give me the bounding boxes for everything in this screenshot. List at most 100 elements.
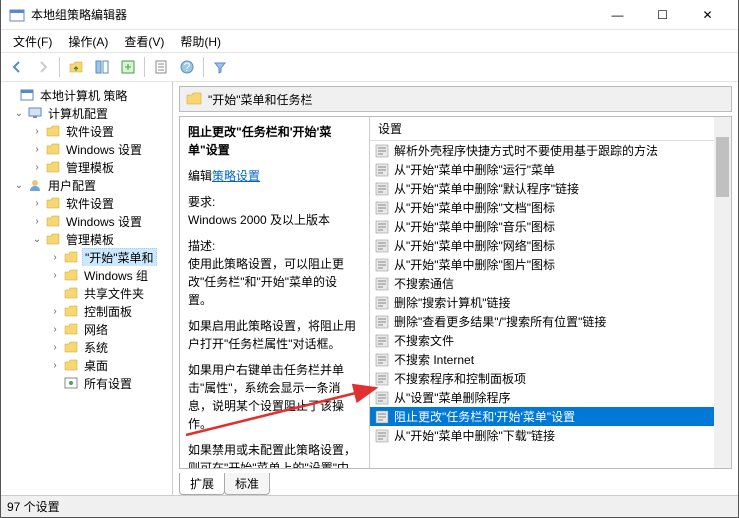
help-button[interactable]: ?	[175, 55, 199, 79]
list-row[interactable]: 删除"搜索计算机"链接	[370, 293, 731, 312]
tree-item[interactable]: ›管理模板	[1, 158, 172, 176]
split-panel: 阻止更改"任务栏和'开始'菜单"设置 编辑策略设置 要求:Windows 200…	[179, 116, 732, 469]
setting-icon	[374, 409, 390, 425]
folder-icon	[186, 90, 202, 109]
list-row[interactable]: 从"开始"菜单中删除"下载"链接	[370, 426, 731, 445]
scrollbar-thumb[interactable]	[716, 137, 729, 197]
toolbar-separator	[203, 57, 204, 77]
settings-list[interactable]: 设置 解析外壳程序快捷方式时不要使用基于跟踪的方法从"开始"菜单中删除"运行"菜…	[370, 117, 731, 468]
collapse-icon[interactable]: ⌄	[29, 234, 45, 245]
expand-icon[interactable]: ›	[29, 144, 45, 155]
toolbar: ?	[1, 52, 738, 82]
list-item-label: 从"开始"菜单中删除"音乐"图标	[394, 218, 555, 235]
expand-icon[interactable]: ›	[29, 216, 45, 227]
toolbar-separator	[59, 57, 60, 77]
tree-all-settings[interactable]: 所有设置	[1, 374, 172, 392]
expand-icon[interactable]: ›	[47, 342, 63, 353]
menu-file[interactable]: 文件(F)	[5, 31, 60, 52]
vertical-scrollbar[interactable]	[714, 117, 731, 468]
refresh-button[interactable]	[149, 55, 173, 79]
tree-item[interactable]: ›桌面	[1, 356, 172, 374]
tree-item[interactable]: ›网络	[1, 320, 172, 338]
tab-extended[interactable]: 扩展	[179, 473, 225, 495]
path-bar: "开始"菜单和任务栏	[179, 86, 732, 112]
folder-icon	[45, 141, 61, 157]
tree-root[interactable]: 本地计算机 策略	[1, 86, 172, 104]
folder-icon	[63, 357, 79, 373]
list-row[interactable]: 删除"查看更多结果"/"搜索所有位置"链接	[370, 312, 731, 331]
setting-icon	[374, 257, 390, 273]
tree-item[interactable]: ›Windows 设置	[1, 140, 172, 158]
list-row[interactable]: 从"开始"菜单中删除"音乐"图标	[370, 217, 731, 236]
list-item-label: 从"开始"菜单中删除"网络"图标	[394, 237, 555, 254]
list-row[interactable]: 从"开始"菜单中删除"图片"图标	[370, 255, 731, 274]
toolbar-separator	[144, 57, 145, 77]
tree-item[interactable]: ›Windows 组	[1, 266, 172, 284]
collapse-icon[interactable]: ⌄	[11, 108, 27, 119]
tabs: 扩展 标准	[179, 473, 732, 495]
list-header[interactable]: 设置	[370, 117, 731, 141]
back-button[interactable]	[5, 55, 29, 79]
list-item-label: 从"开始"菜单中删除"运行"菜单	[394, 161, 555, 178]
menu-help[interactable]: 帮助(H)	[172, 31, 229, 52]
list-row[interactable]: 从"设置"菜单删除程序	[370, 388, 731, 407]
forward-button[interactable]	[31, 55, 55, 79]
minimize-button[interactable]: —	[595, 0, 640, 29]
up-button[interactable]	[64, 55, 88, 79]
edit-policy-link[interactable]: 策略设置	[212, 169, 260, 183]
expand-icon[interactable]: ›	[29, 162, 45, 173]
tree-user-config[interactable]: ⌄ 用户配置	[1, 176, 172, 194]
filter-button[interactable]	[208, 55, 232, 79]
list-item-label: 删除"搜索计算机"链接	[394, 294, 511, 311]
tree-item[interactable]: ›系统	[1, 338, 172, 356]
window-title: 本地组策略编辑器	[31, 6, 595, 23]
expand-icon[interactable]: ›	[47, 324, 63, 335]
list-item-label: 不搜索 Internet	[394, 351, 474, 368]
list-row[interactable]: 从"开始"菜单中删除"运行"菜单	[370, 160, 731, 179]
tree-item[interactable]: ›Windows 设置	[1, 212, 172, 230]
setting-icon	[374, 428, 390, 444]
tab-standard[interactable]: 标准	[224, 473, 270, 495]
folder-icon	[63, 285, 79, 301]
menu-view[interactable]: 查看(V)	[116, 31, 172, 52]
maximize-button[interactable]: ☐	[640, 0, 685, 29]
expand-icon[interactable]: ›	[29, 126, 45, 137]
tree-start-menu[interactable]: ›"开始"菜单和	[1, 248, 172, 266]
expand-icon[interactable]: ›	[47, 252, 63, 263]
user-icon	[27, 177, 43, 193]
folder-icon	[63, 267, 79, 283]
list-row[interactable]: 不搜索 Internet	[370, 350, 731, 369]
expand-icon[interactable]: ›	[47, 270, 63, 281]
list-row[interactable]: 解析外壳程序快捷方式时不要使用基于跟踪的方法	[370, 141, 731, 160]
description-panel: 阻止更改"任务栏和'开始'菜单"设置 编辑策略设置 要求:Windows 200…	[180, 117, 370, 468]
menu-action[interactable]: 操作(A)	[60, 31, 116, 52]
list-row[interactable]: 从"开始"菜单中删除"文档"图标	[370, 198, 731, 217]
path-text: "开始"菜单和任务栏	[208, 91, 313, 108]
list-row[interactable]: 不搜索文件	[370, 331, 731, 350]
show-hide-tree-button[interactable]	[90, 55, 114, 79]
setting-icon	[374, 162, 390, 178]
list-row[interactable]: 不搜索通信	[370, 274, 731, 293]
expand-icon[interactable]: ›	[47, 306, 63, 317]
list-item-label: 从"开始"菜单中删除"文档"图标	[394, 199, 555, 216]
list-row[interactable]: 从"开始"菜单中删除"默认程序"链接	[370, 179, 731, 198]
tree-item[interactable]: ⌄管理模板	[1, 230, 172, 248]
folder-icon	[45, 123, 61, 139]
tree-panel[interactable]: 本地计算机 策略 ⌄ 计算机配置 ›软件设置 ›Windows 设置 ›管理模板…	[1, 82, 173, 495]
close-button[interactable]: ✕	[685, 0, 730, 29]
tree-item[interactable]: ›控制面板	[1, 302, 172, 320]
expand-icon[interactable]: ›	[47, 360, 63, 371]
tree-computer-config[interactable]: ⌄ 计算机配置	[1, 104, 172, 122]
tree-item[interactable]: 共享文件夹	[1, 284, 172, 302]
list-row[interactable]: 从"开始"菜单中删除"网络"图标	[370, 236, 731, 255]
list-row[interactable]: 不搜索程序和控制面板项	[370, 369, 731, 388]
list-item-label: 从"设置"菜单删除程序	[394, 389, 511, 406]
setting-icon	[374, 219, 390, 235]
folder-icon	[45, 195, 61, 211]
collapse-icon[interactable]: ⌄	[11, 180, 27, 191]
list-row[interactable]: 阻止更改"任务栏和'开始'菜单"设置	[370, 407, 731, 426]
expand-icon[interactable]: ›	[29, 198, 45, 209]
tree-item[interactable]: ›软件设置	[1, 194, 172, 212]
export-button[interactable]	[116, 55, 140, 79]
tree-item[interactable]: ›软件设置	[1, 122, 172, 140]
